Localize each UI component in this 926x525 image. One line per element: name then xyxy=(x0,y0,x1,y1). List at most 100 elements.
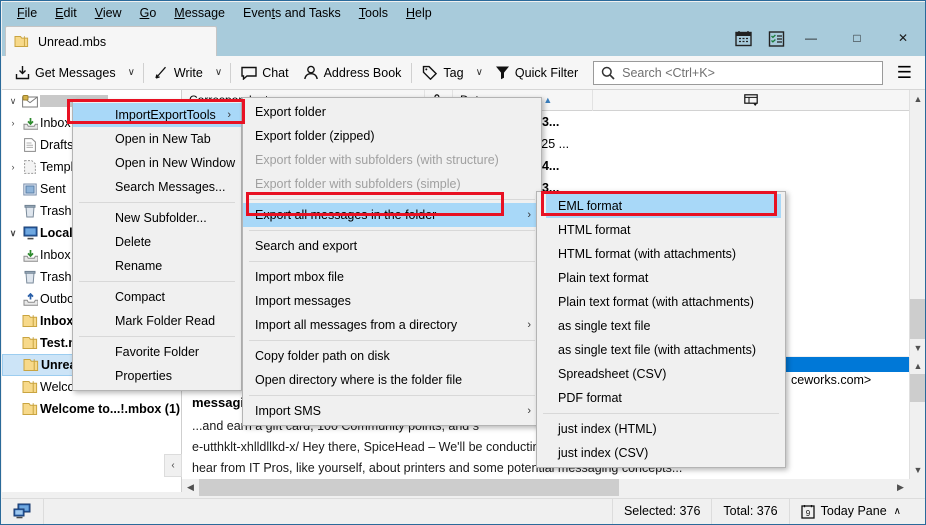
hscroll-thumb[interactable] xyxy=(199,479,619,496)
drafts-icon xyxy=(20,138,40,152)
scroll-down-arrow[interactable]: ▼ xyxy=(910,461,925,478)
scroll-left-arrow[interactable]: ◀ xyxy=(182,482,199,493)
menu-item-label: just index (CSV) xyxy=(558,446,649,460)
quick-filter-button[interactable]: Quick Filter xyxy=(488,62,585,83)
tasks-icon[interactable] xyxy=(768,30,785,47)
reading-pane-scrollbar[interactable]: ▲ ▼ xyxy=(909,357,925,479)
menu-item-plain-text-format[interactable]: Plain text format xyxy=(537,266,785,290)
menu-view[interactable]: View xyxy=(86,4,131,22)
scroll-down-arrow[interactable]: ▼ xyxy=(910,339,925,356)
importexporttools-submenu[interactable]: Export folder Export folder (zipped) Exp… xyxy=(242,97,542,426)
menu-item-open-directory[interactable]: Open directory where is the folder file xyxy=(243,368,541,392)
menu-item-compact[interactable]: Compact xyxy=(73,285,241,309)
menu-item-import-sms[interactable]: Import SMS › xyxy=(243,399,541,423)
menu-item-label: Open in New Window xyxy=(115,156,236,170)
connection-status-icon[interactable] xyxy=(2,498,44,524)
menu-item-eml-format[interactable]: EML format xyxy=(546,194,781,218)
menu-separator xyxy=(79,281,235,282)
menu-message[interactable]: Message xyxy=(165,4,234,22)
menu-item-import-mbox-file[interactable]: Import mbox file xyxy=(243,265,541,289)
menu-item-properties[interactable]: Properties xyxy=(73,364,241,388)
tab-unread-mbs[interactable]: Unread.mbs xyxy=(5,26,217,56)
scroll-thumb[interactable] xyxy=(910,374,925,402)
chat-button[interactable]: Chat xyxy=(234,63,295,83)
menu-item-single-text-file-attachments[interactable]: as single text file (with attachments) xyxy=(537,338,785,362)
scroll-track-top[interactable] xyxy=(910,107,925,299)
menu-item-delete[interactable]: Delete xyxy=(73,230,241,254)
today-pane-button[interactable]: 9 Today Pane ∧ xyxy=(788,498,912,524)
close-button[interactable]: ✕ xyxy=(880,24,925,52)
menu-item-spreadsheet-csv[interactable]: Spreadsheet (CSV) xyxy=(537,362,785,386)
menu-item-label: Open in New Tab xyxy=(115,132,211,146)
scroll-right-arrow[interactable]: ▶ xyxy=(892,482,909,493)
menu-help[interactable]: Help xyxy=(397,4,441,22)
toolbar-separator-2 xyxy=(230,62,232,83)
twisty-icon[interactable]: ∨ xyxy=(6,228,20,239)
get-messages-button[interactable]: Get Messages xyxy=(8,62,123,83)
column-picker-button[interactable] xyxy=(593,90,909,111)
tag-button[interactable]: Tag xyxy=(415,62,470,83)
folder-context-menu[interactable]: ImportExportTools › Open in New Tab Open… xyxy=(72,100,242,391)
folder-icon xyxy=(14,35,29,48)
outbox-icon xyxy=(20,292,40,306)
menu-item-export-all-messages[interactable]: Export all messages in the folder › xyxy=(243,203,541,227)
menu-item-label: PDF format xyxy=(558,391,622,405)
menu-item-mark-folder-read[interactable]: Mark Folder Read xyxy=(73,309,241,333)
app-menu-button[interactable]: ☰ xyxy=(889,62,920,83)
scroll-up-arrow[interactable]: ▲ xyxy=(910,90,925,107)
collapse-folder-pane-button[interactable]: ‹ xyxy=(164,454,182,477)
menu-item-export-folder-zipped[interactable]: Export folder (zipped) xyxy=(243,124,541,148)
menu-go[interactable]: Go xyxy=(131,4,166,22)
menu-item-just-index-csv[interactable]: just index (CSV) xyxy=(537,441,785,465)
address-book-button[interactable]: Address Book xyxy=(296,62,409,83)
menu-item-open-in-new-tab[interactable]: Open in New Tab xyxy=(73,127,241,151)
scroll-up-arrow[interactable]: ▲ xyxy=(910,357,925,374)
get-messages-dropdown[interactable]: ∨ xyxy=(123,64,140,81)
menu-item-search-and-export[interactable]: Search and export xyxy=(243,234,541,258)
menu-item-html-format-attachments[interactable]: HTML format (with attachments) xyxy=(537,242,785,266)
menu-item-label: Export folder with subfolders (simple) xyxy=(255,177,461,191)
menu-tools[interactable]: Tools xyxy=(350,4,397,22)
folder-row-welcome-mbox[interactable]: Welcome to...!.mbox (1) xyxy=(2,398,181,420)
menu-item-export-folder[interactable]: Export folder xyxy=(243,100,541,124)
scroll-track-bottom[interactable] xyxy=(910,402,925,461)
minimize-button[interactable]: — xyxy=(788,24,834,52)
search-input[interactable]: Search <Ctrl+K> xyxy=(593,60,883,85)
tag-dropdown[interactable]: ∨ xyxy=(471,64,488,81)
menu-item-open-in-new-window[interactable]: Open in New Window xyxy=(73,151,241,175)
calendar-icon[interactable] xyxy=(735,30,752,47)
menu-item-import-all-from-directory[interactable]: Import all messages from a directory › xyxy=(243,313,541,337)
menu-item-plain-text-format-attachments[interactable]: Plain text format (with attachments) xyxy=(537,290,785,314)
reading-pane-hscrollbar[interactable]: ◀ ▶ xyxy=(182,479,909,496)
menu-separator xyxy=(249,340,535,341)
trash-icon xyxy=(20,204,40,218)
write-button[interactable]: Write xyxy=(147,62,210,83)
templates-icon xyxy=(20,160,40,174)
twisty-icon[interactable]: › xyxy=(6,162,20,172)
menu-item-html-format[interactable]: HTML format xyxy=(537,218,785,242)
menu-item-single-text-file[interactable]: as single text file xyxy=(537,314,785,338)
menu-item-label: HTML format xyxy=(558,223,631,237)
twisty-icon[interactable]: ∨ xyxy=(6,96,20,107)
menu-item-pdf-format[interactable]: PDF format xyxy=(537,386,785,410)
main-toolbar: Get Messages ∨ Write ∨ Chat Address Book… xyxy=(2,56,925,90)
message-list-scrollbar[interactable]: ▲ ▼ xyxy=(909,90,925,356)
menu-item-search-messages[interactable]: Search Messages... xyxy=(73,175,241,199)
menu-file[interactable]: File xyxy=(8,4,46,22)
menu-item-copy-folder-path[interactable]: Copy folder path on disk xyxy=(243,344,541,368)
menu-item-import-messages[interactable]: Import messages xyxy=(243,289,541,313)
export-format-submenu[interactable]: EML format HTML format HTML format (with… xyxy=(536,191,786,468)
maximize-button[interactable]: □ xyxy=(834,24,880,52)
menu-item-importexporttools[interactable]: ImportExportTools › xyxy=(73,103,241,127)
write-label: Write xyxy=(173,65,203,80)
person-icon xyxy=(303,65,319,80)
twisty-icon[interactable]: › xyxy=(6,118,20,128)
menu-events-and-tasks[interactable]: Events and Tasks xyxy=(234,4,350,22)
menu-item-favorite-folder[interactable]: Favorite Folder xyxy=(73,340,241,364)
menu-item-rename[interactable]: Rename xyxy=(73,254,241,278)
menu-edit[interactable]: Edit xyxy=(46,4,86,22)
menu-item-new-subfolder[interactable]: New Subfolder... xyxy=(73,206,241,230)
write-dropdown[interactable]: ∨ xyxy=(210,64,227,81)
menu-item-just-index-html[interactable]: just index (HTML) xyxy=(537,417,785,441)
scroll-thumb[interactable] xyxy=(910,299,925,339)
